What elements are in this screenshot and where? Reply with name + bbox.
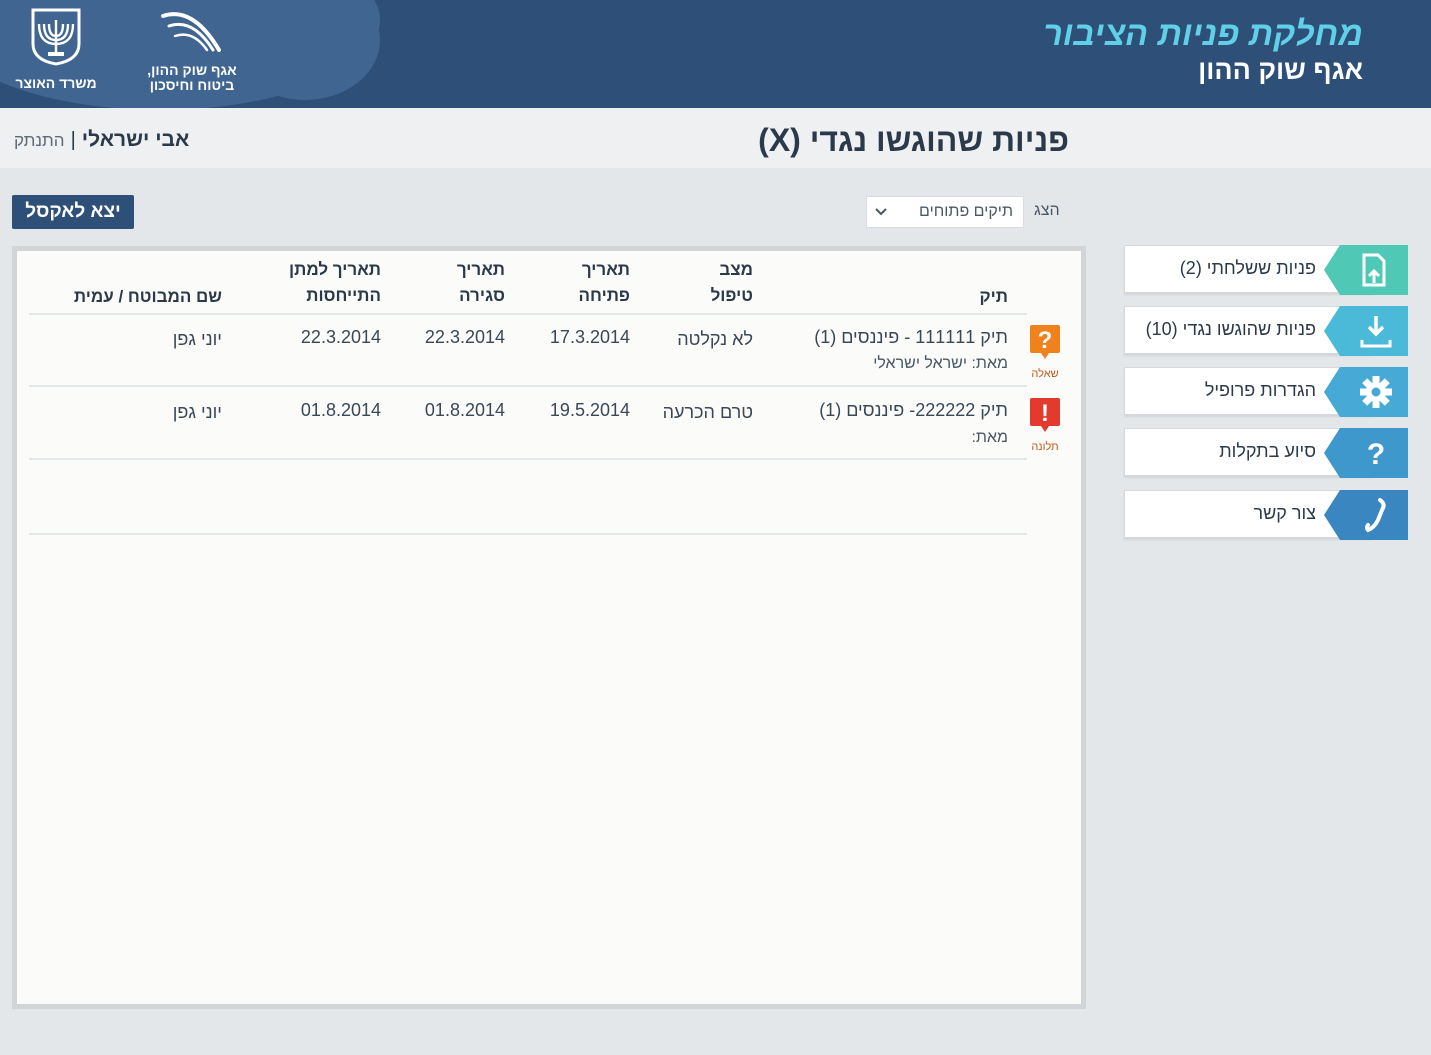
nav-item-against-me[interactable]: פניות שהוגשו נגדי (10) — [1124, 306, 1408, 356]
row-respondent: יוני גפן — [172, 329, 222, 349]
header-divider — [29, 313, 1027, 315]
row-from: מאת: — [971, 429, 1008, 446]
row-closed: 22.3.2014 — [424, 327, 505, 347]
nav-item-label: הגדרות פרופיל — [1204, 380, 1316, 400]
row-respondent: יוני גפן — [172, 402, 222, 422]
row-file-link[interactable]: תיק 222222- פיננסים (1) — [819, 400, 1008, 421]
row-opened: 19.5.2014 — [549, 400, 630, 420]
ministry-caption: משרד האוצר — [15, 75, 97, 91]
svg-text:?: ? — [1038, 327, 1053, 354]
brand-subtitle: אגף שוק ההון — [1198, 55, 1363, 85]
row-closed: 01.8.2014 — [424, 400, 505, 420]
header-respond-line-2: התייחסות — [306, 286, 381, 305]
agaf-caption-line-2: ביטוח וחיסכון — [149, 77, 235, 93]
row-status: טרם הכרעה — [662, 402, 753, 422]
row-type-label: שאלה — [1031, 368, 1059, 380]
agaf-caption-line-1: אגף שוק ההון, — [147, 62, 237, 78]
file-upload-icon — [1324, 245, 1408, 295]
page-title: פניות שהוגשו נגדי (X) — [758, 122, 1069, 158]
header-file: תיק — [979, 287, 1008, 306]
header-status-line-2: טיפול — [710, 286, 753, 305]
header-opened-line-1: תאריך — [581, 260, 630, 279]
header-respond-by: תאריך למתן התייחסות — [271, 257, 381, 309]
nav-item-label: פניות שהוגשו נגדי (10) — [1145, 319, 1316, 339]
row-divider — [29, 458, 1027, 460]
row-from: מאת: ישראל ישראלי — [873, 355, 1008, 372]
menorah-emblem-icon — [31, 8, 81, 66]
nav-item-label: סיוע בתקלות — [1219, 441, 1316, 461]
exclamation-icon: ! — [1030, 398, 1060, 432]
row-respond-by: 22.3.2014 — [300, 327, 381, 347]
user-name: אבי ישראלי — [81, 128, 190, 151]
ministry-logo[interactable]: משרד האוצר — [6, 6, 106, 101]
user-separator: | — [70, 129, 76, 151]
filter-label: הצג — [1034, 202, 1060, 219]
header-closed-line-1: תאריך — [456, 260, 505, 279]
phone-icon — [1324, 490, 1408, 540]
header-opened: תאריך פתיחה — [550, 257, 630, 309]
header-opened-line-2: פתיחה — [578, 286, 630, 305]
app-header: משרד האוצר אגף שוק ההון, ביטוח וחיסכון מ… — [0, 0, 1431, 108]
brand-block: מחלקת פניות הציבור אגף שוק ההון — [1043, 14, 1363, 86]
row-type-label: תלונה — [1031, 441, 1059, 453]
nav-item-label: פניות ששלחתי (2) — [1179, 258, 1316, 278]
export-excel-button[interactable]: יצא לאקסל — [12, 195, 134, 229]
chevron-down-icon — [867, 198, 895, 226]
download-icon — [1324, 306, 1408, 356]
question-badge[interactable]: ? שאלה — [1025, 323, 1065, 380]
row-divider — [29, 533, 1027, 535]
question-icon: ? — [1030, 325, 1060, 359]
header-closed-line-2: סגירה — [459, 286, 505, 305]
nav-item-troubleshooting[interactable]: סיוע בתקלות ? — [1124, 428, 1408, 478]
header-status: מצב טיפול — [673, 257, 753, 309]
cases-table: תיק מצב טיפול תאריך פתיחה תאריך סגירה תא… — [12, 246, 1086, 1009]
header-closed: תאריך סגירה — [425, 257, 505, 309]
header-respond-line-1: תאריך למתן — [289, 260, 381, 279]
nav-item-label: צור קשר — [1253, 503, 1316, 523]
complaint-badge[interactable]: ! תלונה — [1025, 396, 1065, 453]
header-status-line-1: מצב — [719, 260, 753, 279]
filter-select-value: תיקים פתוחים — [919, 203, 1013, 220]
nav-item-contact[interactable]: צור קשר — [1124, 490, 1408, 540]
svg-text:?: ? — [1367, 438, 1385, 471]
title-bar: פניות שהוגשו נגדי (X) אבי ישראלי| התנתק — [0, 108, 1431, 168]
row-respond-by: 01.8.2014 — [300, 400, 381, 420]
wave-logo-icon — [161, 12, 221, 52]
svg-text:!: ! — [1041, 400, 1049, 427]
user-box: אבי ישראלי| התנתק — [14, 128, 189, 152]
row-file-link[interactable]: תיק 111111 - פיננסים (1) — [814, 327, 1008, 348]
row-opened: 17.3.2014 — [549, 327, 630, 347]
question-icon: ? — [1324, 428, 1408, 478]
gear-icon — [1324, 367, 1408, 417]
row-status: לא נקלטה — [677, 329, 753, 349]
filter-select[interactable]: תיקים פתוחים — [866, 196, 1024, 228]
brand-title: מחלקת פניות הציבור — [1043, 15, 1363, 53]
nav-item-sent[interactable]: פניות ששלחתי (2) — [1124, 245, 1408, 295]
row-divider — [29, 385, 1027, 387]
logout-link[interactable]: התנתק — [14, 131, 65, 150]
nav-item-profile-settings[interactable]: הגדרות פרופיל — [1124, 367, 1408, 417]
agaf-logo[interactable]: אגף שוק ההון, ביטוח וחיסכון — [132, 6, 252, 101]
header-respondent: שם המבוטח / עמית — [73, 287, 222, 306]
